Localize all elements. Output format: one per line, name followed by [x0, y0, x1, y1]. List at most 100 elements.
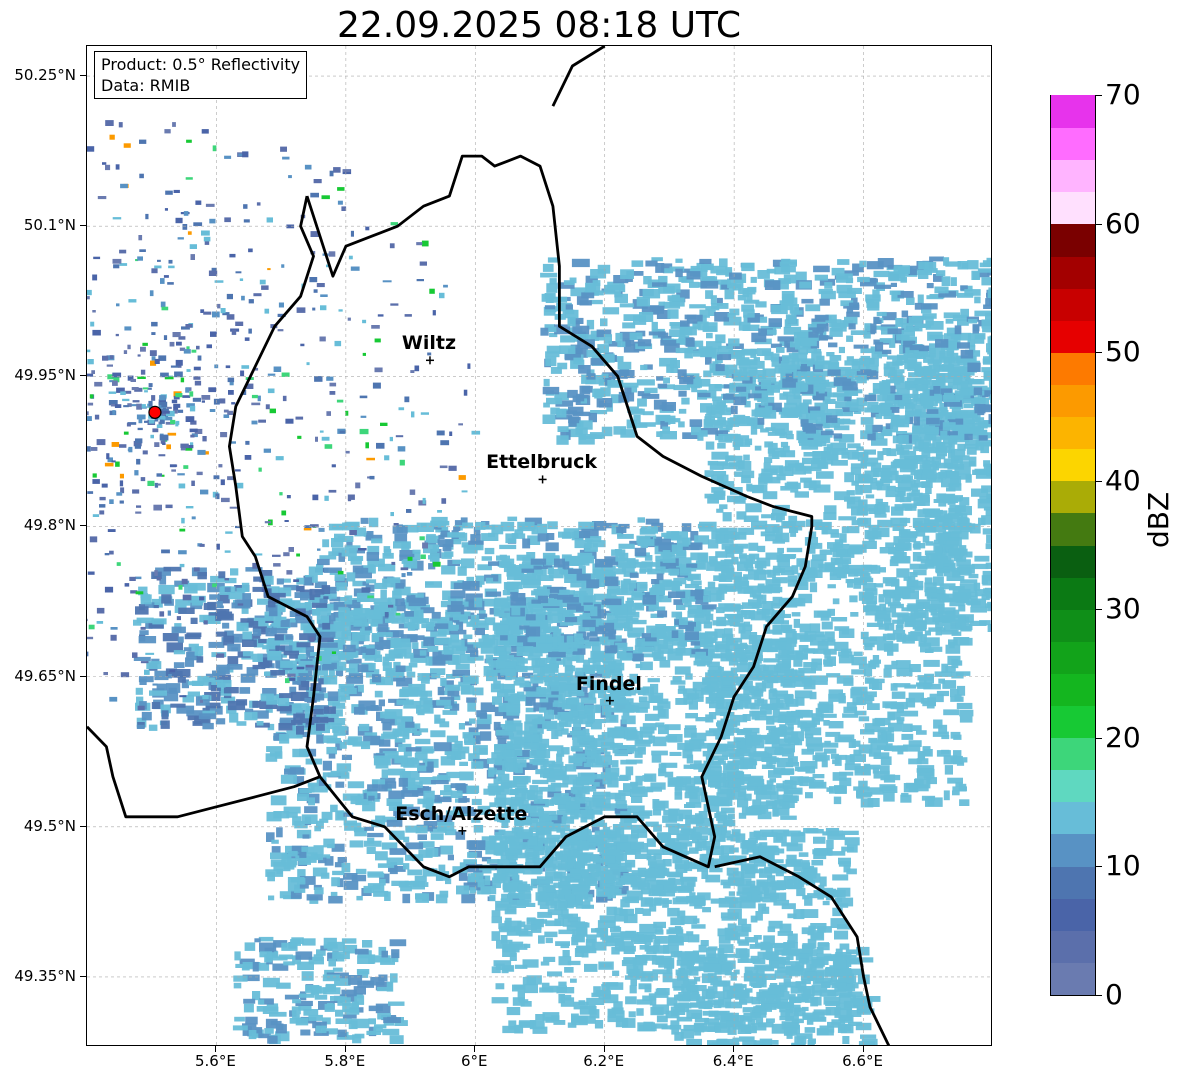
radar-echo-cell: [865, 494, 875, 499]
radar-echo-cell: [864, 677, 875, 684]
radar-echo-cell: [882, 465, 897, 475]
radar-echo-cell: [655, 566, 666, 571]
radar-echo-cell: [631, 786, 645, 794]
radar-echo-cell: [402, 893, 411, 904]
radar-echo-cell: [670, 680, 686, 685]
radar-echo-cell: [266, 746, 283, 752]
radar-echo-cell: [607, 1015, 623, 1023]
radar-echo-cell: [366, 579, 377, 584]
radar-echo-cell: [306, 894, 323, 901]
radar-map-canvas[interactable]: [87, 46, 992, 1046]
radar-echo-cell: [943, 709, 960, 716]
radar-echo-cell: [830, 532, 840, 538]
radar-echo-cell: [847, 449, 859, 460]
radar-echo-cell: [573, 721, 582, 731]
radar-echo-cell: [585, 800, 592, 810]
radar-echo-cell: [721, 565, 734, 573]
radar-echo-cell: [335, 781, 345, 788]
radar-echo-cell: [470, 650, 479, 657]
radar-echo-cell: [512, 997, 525, 1006]
radar-echo-cell: [485, 654, 493, 664]
radar-echo-cell: [599, 963, 612, 968]
radar-echo-cell: [847, 443, 861, 449]
radar-echo-cell: [860, 484, 872, 494]
radar-echo-cell: [398, 777, 408, 787]
radar-echo-cell: [344, 688, 357, 694]
radar-echo-cell: [718, 576, 733, 582]
radar-echo-cell: [711, 487, 724, 493]
radar-echo-cell: [828, 693, 845, 702]
radar-echo-cell: [750, 611, 767, 621]
radar-echo-cell: [552, 613, 563, 623]
radar-echo-cell: [671, 630, 679, 638]
radar-echo-cell: [682, 749, 693, 759]
radar-echo-cell: [891, 691, 906, 699]
radar-echo-cell: [438, 534, 445, 539]
radar-echo-cell: [446, 771, 460, 779]
radar-echo-cell: [828, 830, 843, 837]
radar-echo-cell: [675, 698, 688, 705]
radar-echo-cell: [887, 649, 894, 656]
radar-echo-cell: [791, 612, 801, 617]
radar-echo-cell: [717, 443, 726, 449]
radar-echo-cell: [762, 896, 777, 903]
radar-echo-cell: [367, 784, 380, 792]
radar-echo-cell: [499, 544, 517, 550]
radar-echo-cell: [809, 781, 827, 789]
radar-echo-cell: [672, 897, 689, 905]
radar-echo-cell: [776, 554, 790, 563]
radar-echo-cell: [399, 550, 415, 558]
radar-echo-cell: [834, 539, 844, 548]
radar-echo-cell: [594, 1020, 604, 1029]
radar-echo-cell: [959, 799, 970, 806]
radar-echo-cell: [456, 885, 470, 895]
radar-echo-cell: [826, 839, 834, 850]
radar-echo-cell: [500, 635, 508, 641]
radar-echo-cell: [707, 661, 720, 667]
radar-echo-cell: [651, 754, 662, 763]
radar-echo-cell: [513, 984, 526, 990]
radar-echo-cell: [476, 710, 487, 718]
radar-echo-cell: [493, 721, 501, 731]
radar-echo-cell: [399, 771, 411, 779]
radar-echo-cell: [322, 539, 330, 548]
radar-echo-cell: [441, 565, 456, 575]
radar-echo-cell: [690, 552, 707, 561]
radar-echo-cell: [562, 950, 570, 958]
radar-echo-cell: [516, 730, 530, 735]
radar-map[interactable]: [86, 45, 992, 1046]
radar-echo-cell: [641, 641, 659, 647]
radar-echo-cell: [690, 641, 702, 646]
radar-echo-cell: [506, 1007, 521, 1016]
radar-echo-cell: [326, 746, 337, 755]
radar-echo-cell: [817, 943, 830, 951]
radar-echo-cell: [563, 528, 579, 538]
radar-echo-cell: [559, 722, 567, 727]
radar-echo-cell: [586, 755, 598, 763]
radar-echo-cell: [644, 984, 652, 993]
radar-echo-cell: [668, 826, 680, 835]
radar-echo-cell: [787, 575, 798, 582]
radar-echo-cell: [550, 782, 561, 792]
radar-echo-cell: [754, 788, 767, 795]
radar-echo-cell: [804, 727, 822, 736]
radar-echo-cell: [768, 770, 782, 778]
radar-echo-cell: [787, 724, 794, 730]
radar-echo-cell: [346, 572, 356, 582]
radar-echo-cell: [703, 595, 711, 603]
radar-echo-cell: [757, 811, 772, 820]
radar-echo-cell: [586, 579, 600, 589]
radar-echo-cell: [786, 547, 803, 553]
radar-echo-cell: [491, 966, 501, 974]
radar-echo-cell: [595, 989, 611, 997]
radar-echo-cell: [684, 631, 699, 641]
radar-echo-cell: [782, 794, 793, 801]
radar-echo-cell: [896, 660, 911, 669]
radar-echo-cell: [405, 721, 415, 728]
radar-echo-cell: [491, 997, 509, 1004]
radar-echo-cell: [839, 903, 849, 908]
radar-echo-cell: [803, 452, 821, 457]
radar-echo-cell: [327, 843, 335, 849]
radar-echo-cell: [533, 919, 548, 924]
radar-echo-cell: [302, 834, 310, 839]
